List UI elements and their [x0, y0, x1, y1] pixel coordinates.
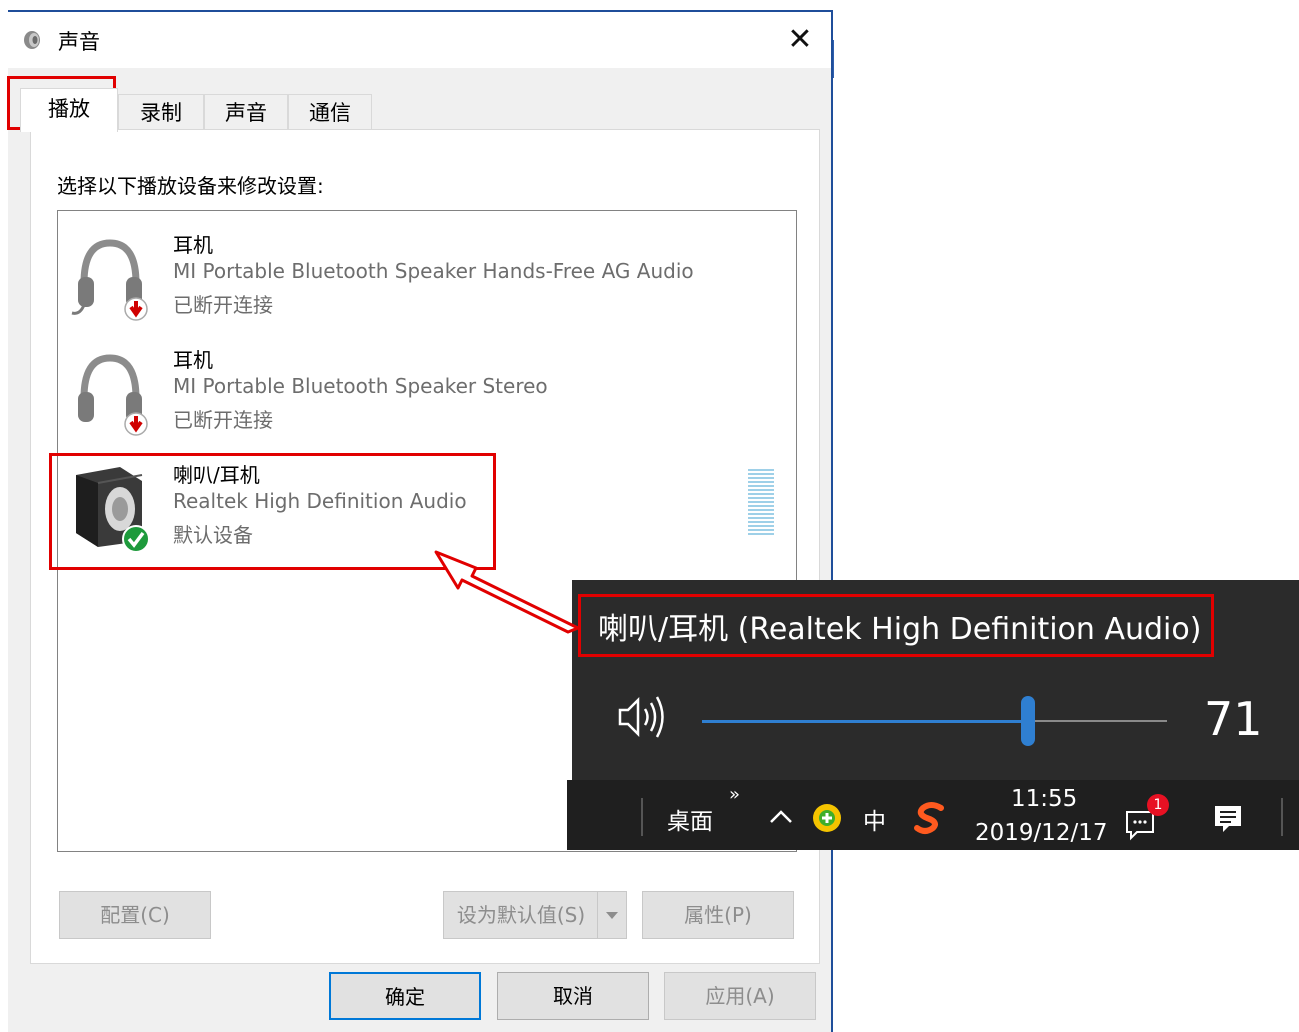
device-status: 已断开连接 [173, 293, 273, 317]
speaker-volume-icon[interactable] [614, 692, 670, 742]
device-status: 已断开连接 [173, 408, 273, 432]
tab-sounds[interactable]: 声音 [204, 94, 288, 130]
cancel-button[interactable]: 取消 [497, 972, 649, 1020]
action-center-icon[interactable] [1211, 802, 1245, 836]
annotation-arrow [434, 550, 580, 634]
device-item[interactable]: 耳机 MI Portable Bluetooth Speaker Stereo … [58, 334, 796, 446]
volume-value: 71 [1204, 692, 1263, 746]
device-description: MI Portable Bluetooth Speaker Stereo [173, 374, 548, 398]
set-default-label: 设为默认值(S) [456, 903, 586, 927]
title-bar: 声音 ✕ [8, 12, 831, 68]
device-item[interactable]: 耳机 MI Portable Bluetooth Speaker Hands-F… [58, 219, 796, 331]
volume-slider-fill[interactable] [702, 720, 1029, 723]
toolbar-overflow-button[interactable]: » [729, 784, 740, 805]
configure-button[interactable]: 配置(C) [59, 891, 211, 939]
device-name: 耳机 [173, 348, 213, 372]
clock-time[interactable]: 11:55 [1011, 786, 1077, 812]
desktop-toolbar[interactable]: 桌面 [667, 802, 713, 836]
volume-flyout: 喇叭/耳机 (Realtek High Definition Audio) 71 [572, 580, 1299, 780]
device-status: 默认设备 [173, 523, 253, 547]
sogou-input-icon[interactable] [913, 800, 949, 836]
ime-indicator[interactable]: 中 [863, 802, 886, 836]
device-description: MI Portable Bluetooth Speaker Hands-Free… [173, 259, 694, 283]
apply-button[interactable]: 应用(A) [664, 972, 816, 1020]
device-description: Realtek High Definition Audio [173, 489, 467, 513]
audio-level-meter [748, 469, 774, 539]
device-name: 喇叭/耳机 [173, 463, 260, 487]
device-name: 耳机 [173, 233, 213, 257]
flyout-device-title[interactable]: 喇叭/耳机 (Realtek High Definition Audio) [598, 604, 1201, 648]
taskbar-separator [641, 798, 643, 836]
headphones-disconnected-icon [78, 354, 148, 436]
plus-tray-icon[interactable] [811, 802, 843, 834]
instruction-text: 选择以下播放设备来修改设置: [57, 174, 324, 198]
taskbar: 桌面 » 中 11:55 2019/12/17 1 [567, 780, 1299, 850]
set-default-button[interactable]: 设为默认值(S) [443, 891, 627, 939]
notification-badge: 1 [1147, 794, 1169, 816]
ok-button[interactable]: 确定 [329, 972, 481, 1020]
speaker-default-icon [76, 467, 150, 551]
properties-button[interactable]: 属性(P) [642, 891, 794, 939]
volume-slider-thumb[interactable] [1021, 696, 1035, 746]
chevron-down-icon[interactable] [597, 892, 626, 938]
clock-date[interactable]: 2019/12/17 [975, 820, 1108, 846]
speaker-app-icon [24, 31, 40, 49]
tab-recording[interactable]: 录制 [118, 94, 204, 130]
headphones-disconnected-icon [71, 239, 148, 321]
device-item-default[interactable]: 喇叭/耳机 Realtek High Definition Audio 默认设备 [58, 449, 796, 561]
sound-dialog: 声音 ✕ 播放 录制 声音 通信 选择以下播放设备来修改设置: 耳机 MI Po… [8, 10, 833, 1032]
tab-communications[interactable]: 通信 [288, 94, 372, 130]
window-title: 声音 [58, 30, 100, 54]
chevron-up-icon[interactable] [767, 806, 795, 826]
volume-slider-track[interactable] [1029, 720, 1167, 722]
taskbar-separator [1281, 798, 1283, 836]
tab-playback[interactable]: 播放 [20, 88, 118, 132]
close-button[interactable]: ✕ [783, 24, 817, 56]
